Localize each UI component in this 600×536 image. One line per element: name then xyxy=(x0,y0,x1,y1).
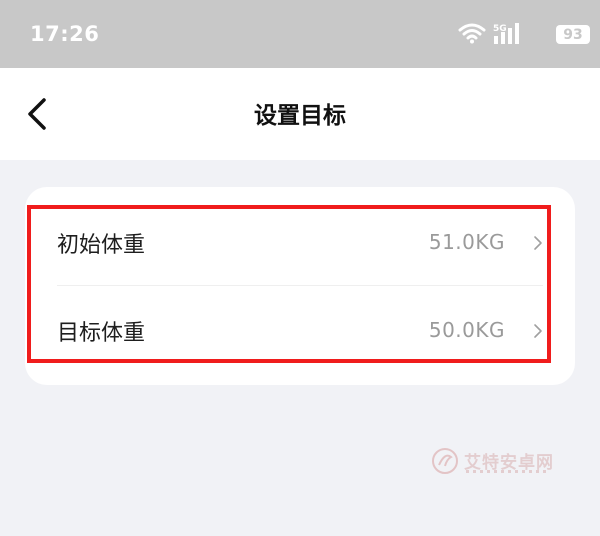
status-time: 17:26 xyxy=(30,22,100,46)
watermark-logo-icon xyxy=(432,448,458,474)
chevron-right-icon xyxy=(534,324,542,338)
initial-weight-row[interactable]: 初始体重 51.0KG xyxy=(25,199,575,287)
page-title: 设置目标 xyxy=(254,103,346,129)
row-divider xyxy=(57,285,543,286)
target-weight-value: 50.0KG xyxy=(428,318,505,342)
target-weight-label: 目标体重 xyxy=(57,321,146,346)
target-weight-row[interactable]: 目标体重 50.0KG xyxy=(25,287,575,375)
page-header: 设置目标 xyxy=(0,68,600,160)
settings-card: 初始体重 51.0KG 目标体重 50.0KG xyxy=(25,187,575,385)
initial-weight-label: 初始体重 xyxy=(57,233,146,258)
status-bar: 17:26 5G 93 xyxy=(0,0,600,68)
cellular-signal-icon: 5G xyxy=(493,23,519,44)
watermark: 艾特安卓网 xyxy=(430,444,570,480)
initial-weight-value: 51.0KG xyxy=(428,230,505,254)
battery-level: 93 xyxy=(556,25,590,44)
wifi-icon xyxy=(458,23,486,44)
chevron-right-icon xyxy=(534,236,542,250)
watermark-underline xyxy=(466,470,550,473)
